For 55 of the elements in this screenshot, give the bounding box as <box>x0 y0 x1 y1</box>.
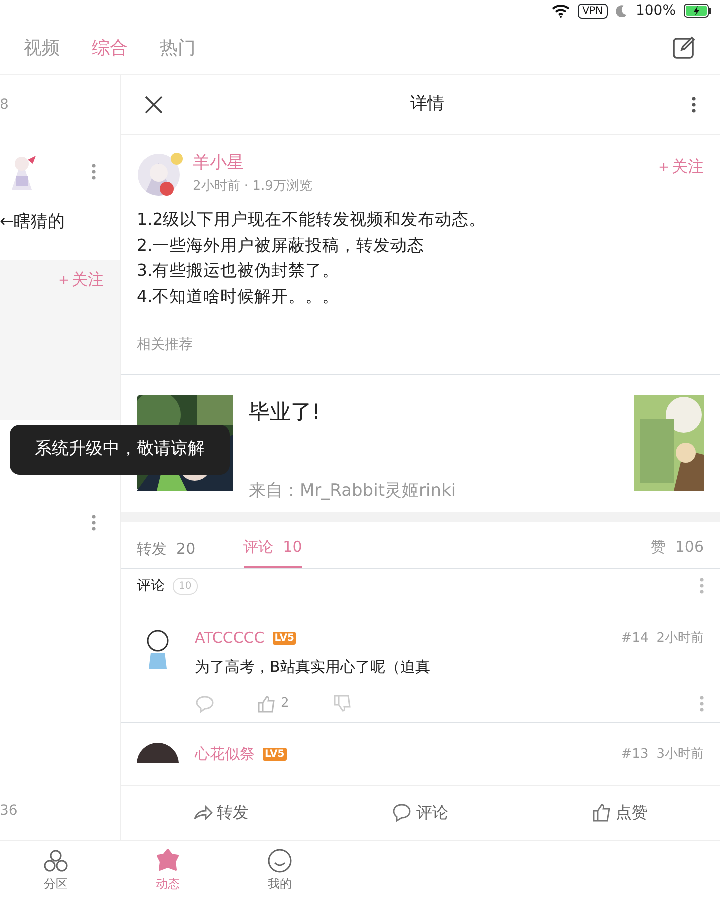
tab[interactable]: 热门 <box>160 34 196 62</box>
vpn-indicator: VPN <box>578 4 608 18</box>
comment-time: 3小时前 <box>656 746 704 764</box>
comment-time: 2小时前 <box>656 630 704 648</box>
tab[interactable]: 评论 10 <box>244 536 302 568</box>
moon-icon <box>616 5 628 17</box>
action-button[interactable]: 点赞 <box>586 800 654 826</box>
smiley-icon <box>267 848 293 874</box>
level-badge: LV5 <box>272 632 296 645</box>
nav-tab[interactable]: 分区 <box>24 848 88 894</box>
like-count: 2 <box>281 695 290 714</box>
section-label: 评论 <box>137 576 165 596</box>
battery-level: 100% <box>636 2 676 20</box>
tab[interactable]: 转发 20 <box>137 538 196 568</box>
thumbs-up-icon[interactable] <box>257 695 277 713</box>
circles-icon <box>43 848 69 874</box>
share-icon <box>192 803 213 823</box>
reply-icon[interactable] <box>195 695 215 713</box>
body-text: 3.有些搬运也被伪封禁了。 <box>137 260 341 282</box>
like-count: 赞 106 <box>650 536 704 558</box>
follow-link[interactable]: ＋关注 <box>656 155 704 179</box>
compose-icon[interactable] <box>672 36 696 60</box>
nav-tab[interactable]: 我的 <box>248 848 312 894</box>
author-name[interactable]: 羊小星 <box>193 151 648 176</box>
nav-tab[interactable]: 动态 <box>136 848 200 894</box>
tab[interactable]: 综合 <box>92 34 128 62</box>
battery-icon <box>684 4 712 18</box>
post-meta: 2小时前 · 1.9万浏览 <box>193 178 314 196</box>
related-title[interactable]: 毕业了! <box>249 397 618 429</box>
thumbs-up-icon <box>592 803 612 823</box>
wifi-icon <box>552 4 570 18</box>
comment-count: 10 <box>173 578 198 595</box>
related-source: 来自：Mr_Rabbit灵姬rinki <box>249 480 458 503</box>
comment-user[interactable]: ATCCCCC <box>195 627 265 650</box>
more-icon[interactable] <box>692 96 696 112</box>
floor-number: #13 <box>621 746 649 764</box>
thumbs-down-icon[interactable] <box>333 695 354 713</box>
comment-user[interactable]: 心花似祭 <box>195 743 255 764</box>
floor-number: #14 <box>621 630 649 648</box>
action-button[interactable]: 评论 <box>386 800 454 826</box>
post-snippet: ←瞎猜的 <box>0 211 66 234</box>
tab[interactable]: 视频 <box>24 34 60 62</box>
section-label: 相关推荐 <box>137 336 194 356</box>
level-badge: LV5 <box>263 748 287 761</box>
count-label: 8 <box>0 96 10 115</box>
action-button[interactable]: 转发 <box>186 800 255 826</box>
comment-icon <box>392 803 412 823</box>
page-title: 详情 <box>410 92 446 116</box>
body-text: 4.不知道啥时候解开。。。 <box>137 286 341 308</box>
count-label: 36 <box>0 802 19 821</box>
body-text: 1.2级以下用户现在不能转发视频和发布动态。 <box>137 209 488 231</box>
close-icon[interactable] <box>145 96 163 114</box>
body-text: 2.一些海外用户被屏蔽投稿，转发动态 <box>137 234 426 257</box>
comment-text: 为了高考，B站真实用心了呢（迫真 <box>195 656 432 678</box>
toast-message: 系统升级中，敬请谅解 <box>10 425 230 475</box>
